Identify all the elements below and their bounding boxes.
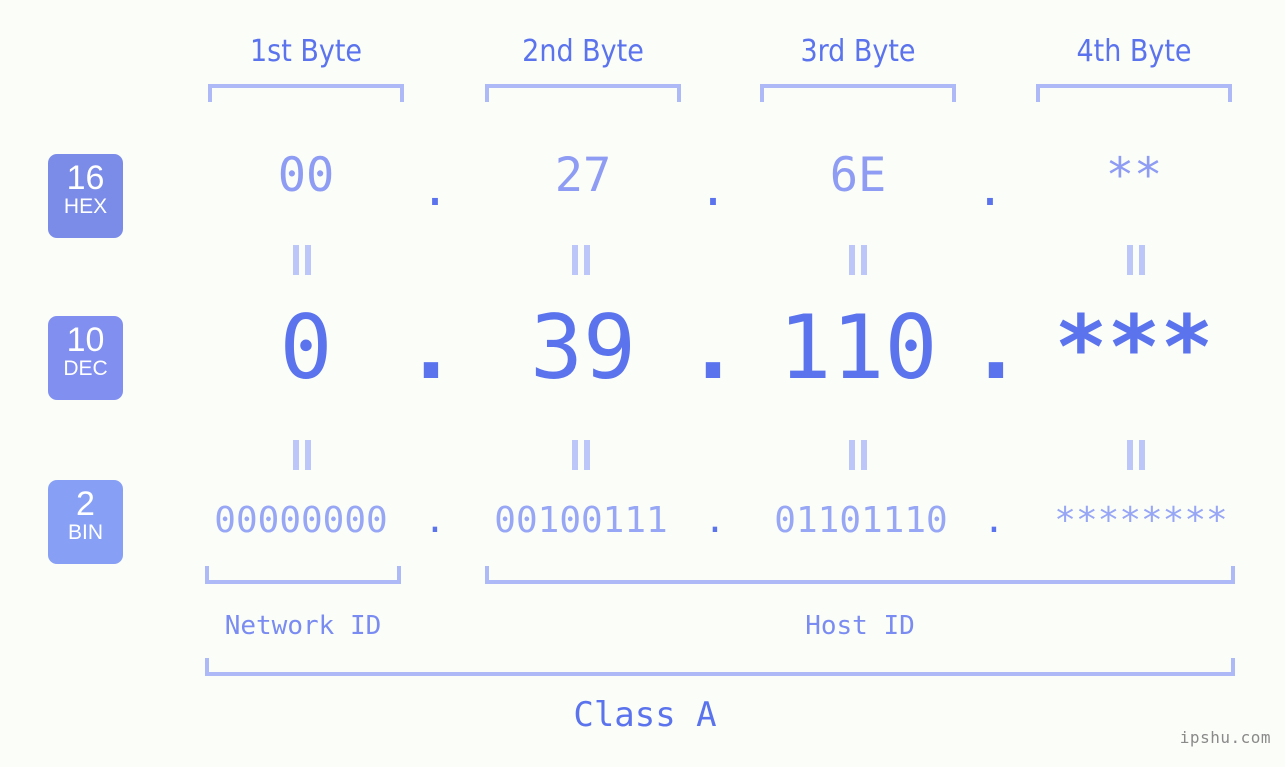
equals-icon-hex-dec-2 [570, 245, 592, 275]
hex-byte-4: ** [1105, 148, 1163, 203]
bin-separator-3: . [983, 500, 1005, 541]
base-badge-dec-label: DEC [63, 357, 108, 380]
base-badge-hex-number: 16 [66, 159, 105, 197]
byte-header-2: 2nd Byte [522, 34, 644, 69]
equals-icon-dec-bin-1 [291, 440, 313, 470]
bin-byte-4: ******** [1054, 500, 1228, 541]
hex-separator-1: . [420, 162, 450, 217]
class-label: Class A [573, 695, 717, 735]
network-id-label: Network ID [224, 611, 382, 641]
byte-header-3: 3rd Byte [800, 34, 916, 69]
dec-byte-3: 110 [778, 296, 938, 399]
byte-bracket-4 [1036, 84, 1232, 102]
byte-bracket-3 [760, 84, 956, 102]
host-id-bracket [485, 566, 1235, 584]
site-watermark: ipshu.com [1179, 728, 1271, 747]
dec-byte-1: 0 [279, 296, 333, 399]
dec-separator-1: . [404, 296, 458, 399]
network-id-bracket [205, 566, 401, 584]
base-badge-hex-label: HEX [63, 195, 108, 218]
base-badge-dec: 10 DEC [48, 316, 123, 400]
ip-byte-breakdown-diagram: 1st Byte 2nd Byte 3rd Byte 4th Byte 16 H… [0, 0, 1285, 767]
base-badge-dec-number: 10 [66, 321, 105, 359]
byte-header-4: 4th Byte [1076, 34, 1192, 69]
bin-separator-1: . [424, 500, 446, 541]
hex-byte-3: 6E [829, 148, 887, 203]
base-badge-bin-number: 2 [76, 485, 95, 523]
byte-bracket-2 [485, 84, 681, 102]
dec-byte-4: *** [1054, 296, 1214, 399]
class-bracket [205, 658, 1235, 676]
base-badge-bin-label: BIN [67, 521, 103, 544]
byte-bracket-1 [208, 84, 404, 102]
equals-icon-hex-dec-1 [291, 245, 313, 275]
bin-byte-2: 00100111 [494, 500, 668, 541]
equals-icon-hex-dec-3 [847, 245, 869, 275]
equals-icon-dec-bin-2 [570, 440, 592, 470]
equals-icon-hex-dec-4 [1125, 245, 1147, 275]
base-badge-hex: 16 HEX [48, 154, 123, 238]
byte-header-1: 1st Byte [249, 34, 363, 69]
equals-icon-dec-bin-3 [847, 440, 869, 470]
bin-separator-2: . [704, 500, 726, 541]
equals-icon-dec-bin-4 [1125, 440, 1147, 470]
hex-byte-1: 00 [277, 148, 335, 203]
base-badge-bin: 2 BIN [48, 480, 123, 564]
bin-byte-1: 00000000 [214, 500, 388, 541]
dec-byte-2: 39 [530, 296, 636, 399]
bin-byte-3: 01101110 [774, 500, 948, 541]
host-id-label: Host ID [805, 611, 915, 641]
hex-byte-2: 27 [554, 148, 612, 203]
